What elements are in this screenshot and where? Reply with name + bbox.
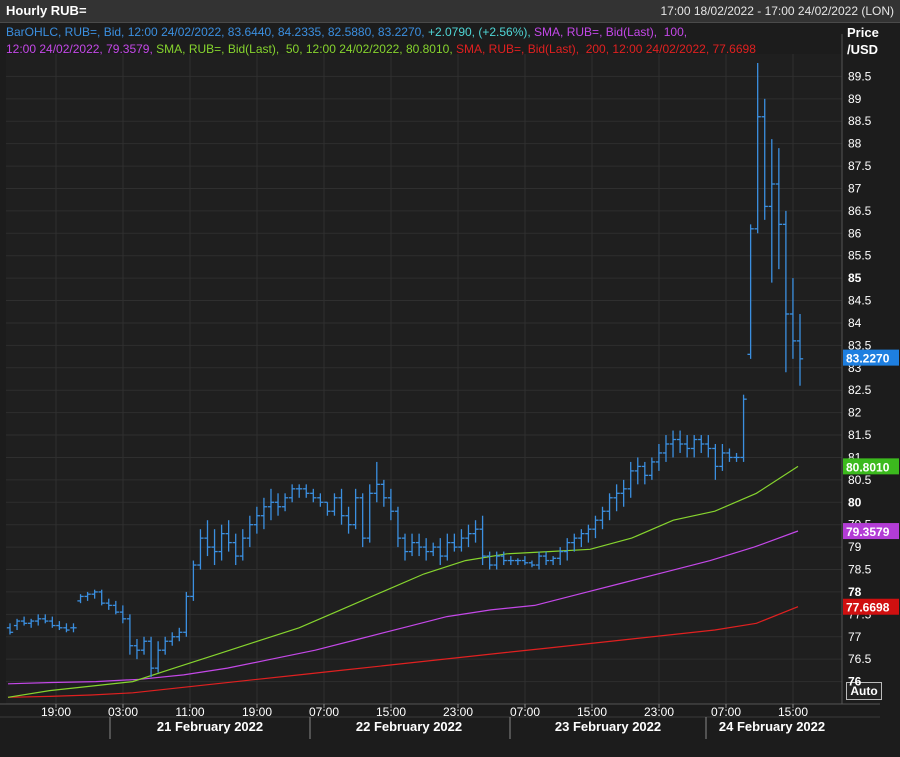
y-tick-label: 84	[848, 316, 862, 330]
legend-line-1: BarOHLC, RUB=, Bid, 12:00 24/02/2022, 83…	[6, 24, 840, 41]
x-tick-label: 03:00	[108, 705, 138, 719]
x-tick-label: 07:00	[510, 705, 540, 719]
plot-area	[6, 54, 842, 704]
legend-segment: 12:00 24/02/2022, 79.3579,	[6, 42, 153, 56]
y-tick-label: 80.5	[848, 473, 872, 487]
x-tick-label: 19:00	[41, 705, 71, 719]
y-tick-label: 78	[848, 585, 862, 599]
y-tick-label: 89.5	[848, 69, 872, 83]
y-tick-label: 78.5	[848, 563, 872, 577]
date-label: 21 February 2022	[157, 719, 263, 734]
x-tick-label: 15:00	[778, 705, 808, 719]
y-tick-label: 88	[848, 137, 862, 151]
x-tick-label: 23:00	[644, 705, 674, 719]
y-tick-label: 77	[848, 630, 862, 644]
y-tick-label: 88.5	[848, 114, 872, 128]
y-tick-label: 79	[848, 540, 862, 554]
y-tick-label: 86.5	[848, 204, 872, 218]
legend-segment: SMA, RUB=, Bid(Last), 100,	[530, 25, 688, 39]
y-tick-label: 85.5	[848, 249, 872, 263]
x-tick-label: 15:00	[577, 705, 607, 719]
x-tick-label: 07:00	[711, 705, 741, 719]
y-tick-label: 82	[848, 406, 862, 420]
date-label: 23 February 2022	[555, 719, 661, 734]
y-tick-label: 81.5	[848, 428, 872, 442]
legend-line-2: 12:00 24/02/2022, 79.3579, SMA, RUB=, Bi…	[6, 41, 840, 58]
legend-segment: SMA, RUB=, Bid(Last), 200, 12:00 24/02/2…	[452, 42, 756, 56]
legend-segment: BarOHLC, RUB=, Bid, 12:00 24/02/2022, 83…	[6, 25, 425, 39]
y-tick-label: 86	[848, 226, 862, 240]
price-chart[interactable]: 7676.57777.57878.57979.58080.58181.58282…	[0, 0, 900, 757]
chart-legend: BarOHLC, RUB=, Bid, 12:00 24/02/2022, 83…	[6, 24, 840, 58]
x-tick-label: 15:00	[376, 705, 406, 719]
last-value-label: 77.6698	[846, 601, 890, 615]
last-value-label: 79.3579	[846, 525, 890, 539]
date-label: 22 February 2022	[356, 719, 462, 734]
legend-segment: SMA, RUB=, Bid(Last), 50, 12:00 24/02/20…	[152, 42, 453, 56]
last-value-label: 80.8010	[846, 460, 890, 474]
x-tick-label: 11:00	[175, 705, 204, 719]
x-tick-label: 23:00	[443, 705, 473, 719]
y-tick-label: 76.5	[848, 652, 872, 666]
y-tick-label: 82.5	[848, 383, 872, 397]
y-tick-label: 84.5	[848, 294, 872, 308]
date-label: 24 February 2022	[719, 719, 825, 734]
y-tick-label: 89	[848, 92, 862, 106]
y-tick-label: 87.5	[848, 159, 872, 173]
y-tick-label: 80	[848, 495, 862, 509]
y-tick-label: 87	[848, 181, 862, 195]
legend-segment: +2.0790, (+2.56%),	[424, 25, 531, 39]
y-tick-label: 76	[848, 675, 862, 689]
y-tick-label: 85	[848, 271, 862, 285]
x-tick-label: 19:00	[242, 705, 272, 719]
last-value-label: 83.2270	[846, 352, 890, 366]
x-tick-label: 07:00	[309, 705, 339, 719]
